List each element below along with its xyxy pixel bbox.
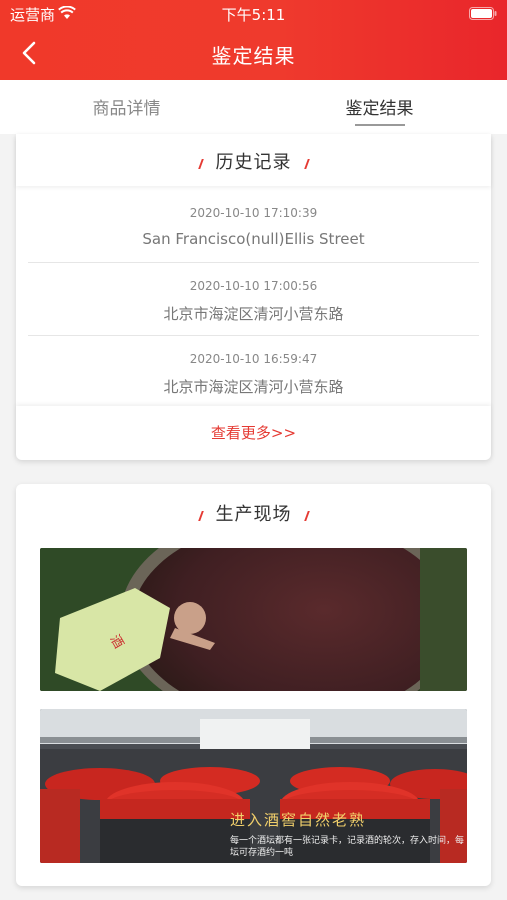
grain-photo-image: 酒 (40, 548, 467, 691)
tab-bar: 商品详情 鉴定结果 (0, 80, 507, 134)
title-mark-right (303, 510, 310, 521)
cellar-subcaption: 每一个酒坛都有一张记录卡，记录酒的轮次，存入时间，每坛可存酒约一吨 (230, 836, 465, 858)
history-card: 历史记录 2020-10-10 17:10:39 San Francisco(n… (16, 134, 491, 460)
status-bar: 运营商 下午5:11 (0, 0, 507, 28)
history-header: 历史记录 (16, 134, 491, 186)
title-mark-left (197, 510, 204, 521)
view-more-link[interactable]: 查看更多>> (211, 422, 296, 443)
more-row: 查看更多>> (16, 406, 491, 460)
history-time: 2020-10-10 17:00:56 (189, 279, 318, 293)
production-photo-cellar[interactable]: 进入酒窖自然老熟 每一个酒坛都有一张记录卡，记录酒的轮次，存入时间，每坛可存酒约… (40, 709, 467, 863)
tab-product-details[interactable]: 商品详情 (0, 94, 253, 119)
title-mark-left (197, 158, 204, 169)
production-card: 生产现场 酒 进入酒窖自然老熟 每一个酒坛都有一张记录卡，记录酒的轮次，存入时间… (16, 484, 491, 886)
history-item: 2020-10-10 17:00:56 北京市海淀区清河小营东路 (28, 263, 479, 336)
history-time: 2020-10-10 17:10:39 (189, 206, 318, 220)
production-title-wrap: 生产现场 (16, 500, 491, 526)
history-location: San Francisco(null)Ellis Street (142, 230, 365, 248)
battery-icon (469, 7, 497, 20)
history-title-wrap: 历史记录 (16, 148, 491, 174)
nav-bar: 鉴定结果 (0, 28, 507, 78)
production-photo-grain[interactable]: 酒 (40, 548, 467, 691)
status-time: 下午5:11 (221, 6, 286, 24)
history-title: 历史记录 (215, 152, 292, 173)
screen: 运营商 下午5:11 鉴定结果 商品详情 鉴定结果 历史记录 2020-10-1… (0, 0, 507, 900)
history-time: 2020-10-10 16:59:47 (189, 352, 318, 366)
history-item: 2020-10-10 16:59:47 北京市海淀区清河小营东路 (28, 336, 479, 409)
page-title: 鉴定结果 (211, 44, 296, 68)
header: 运营商 下午5:11 鉴定结果 (0, 0, 507, 80)
title-mark-right (303, 158, 310, 169)
production-title: 生产现场 (215, 504, 292, 525)
history-item: 2020-10-10 17:10:39 San Francisco(null)E… (28, 190, 479, 263)
active-tab-indicator (355, 124, 405, 126)
history-location: 北京市海淀区清河小营东路 (163, 378, 344, 396)
history-location: 北京市海淀区清河小营东路 (163, 305, 344, 323)
history-list: 2020-10-10 17:10:39 San Francisco(null)E… (28, 190, 479, 409)
tab-appraisal-result[interactable]: 鉴定结果 (253, 94, 506, 119)
cellar-caption: 进入酒窖自然老熟 (230, 811, 367, 829)
